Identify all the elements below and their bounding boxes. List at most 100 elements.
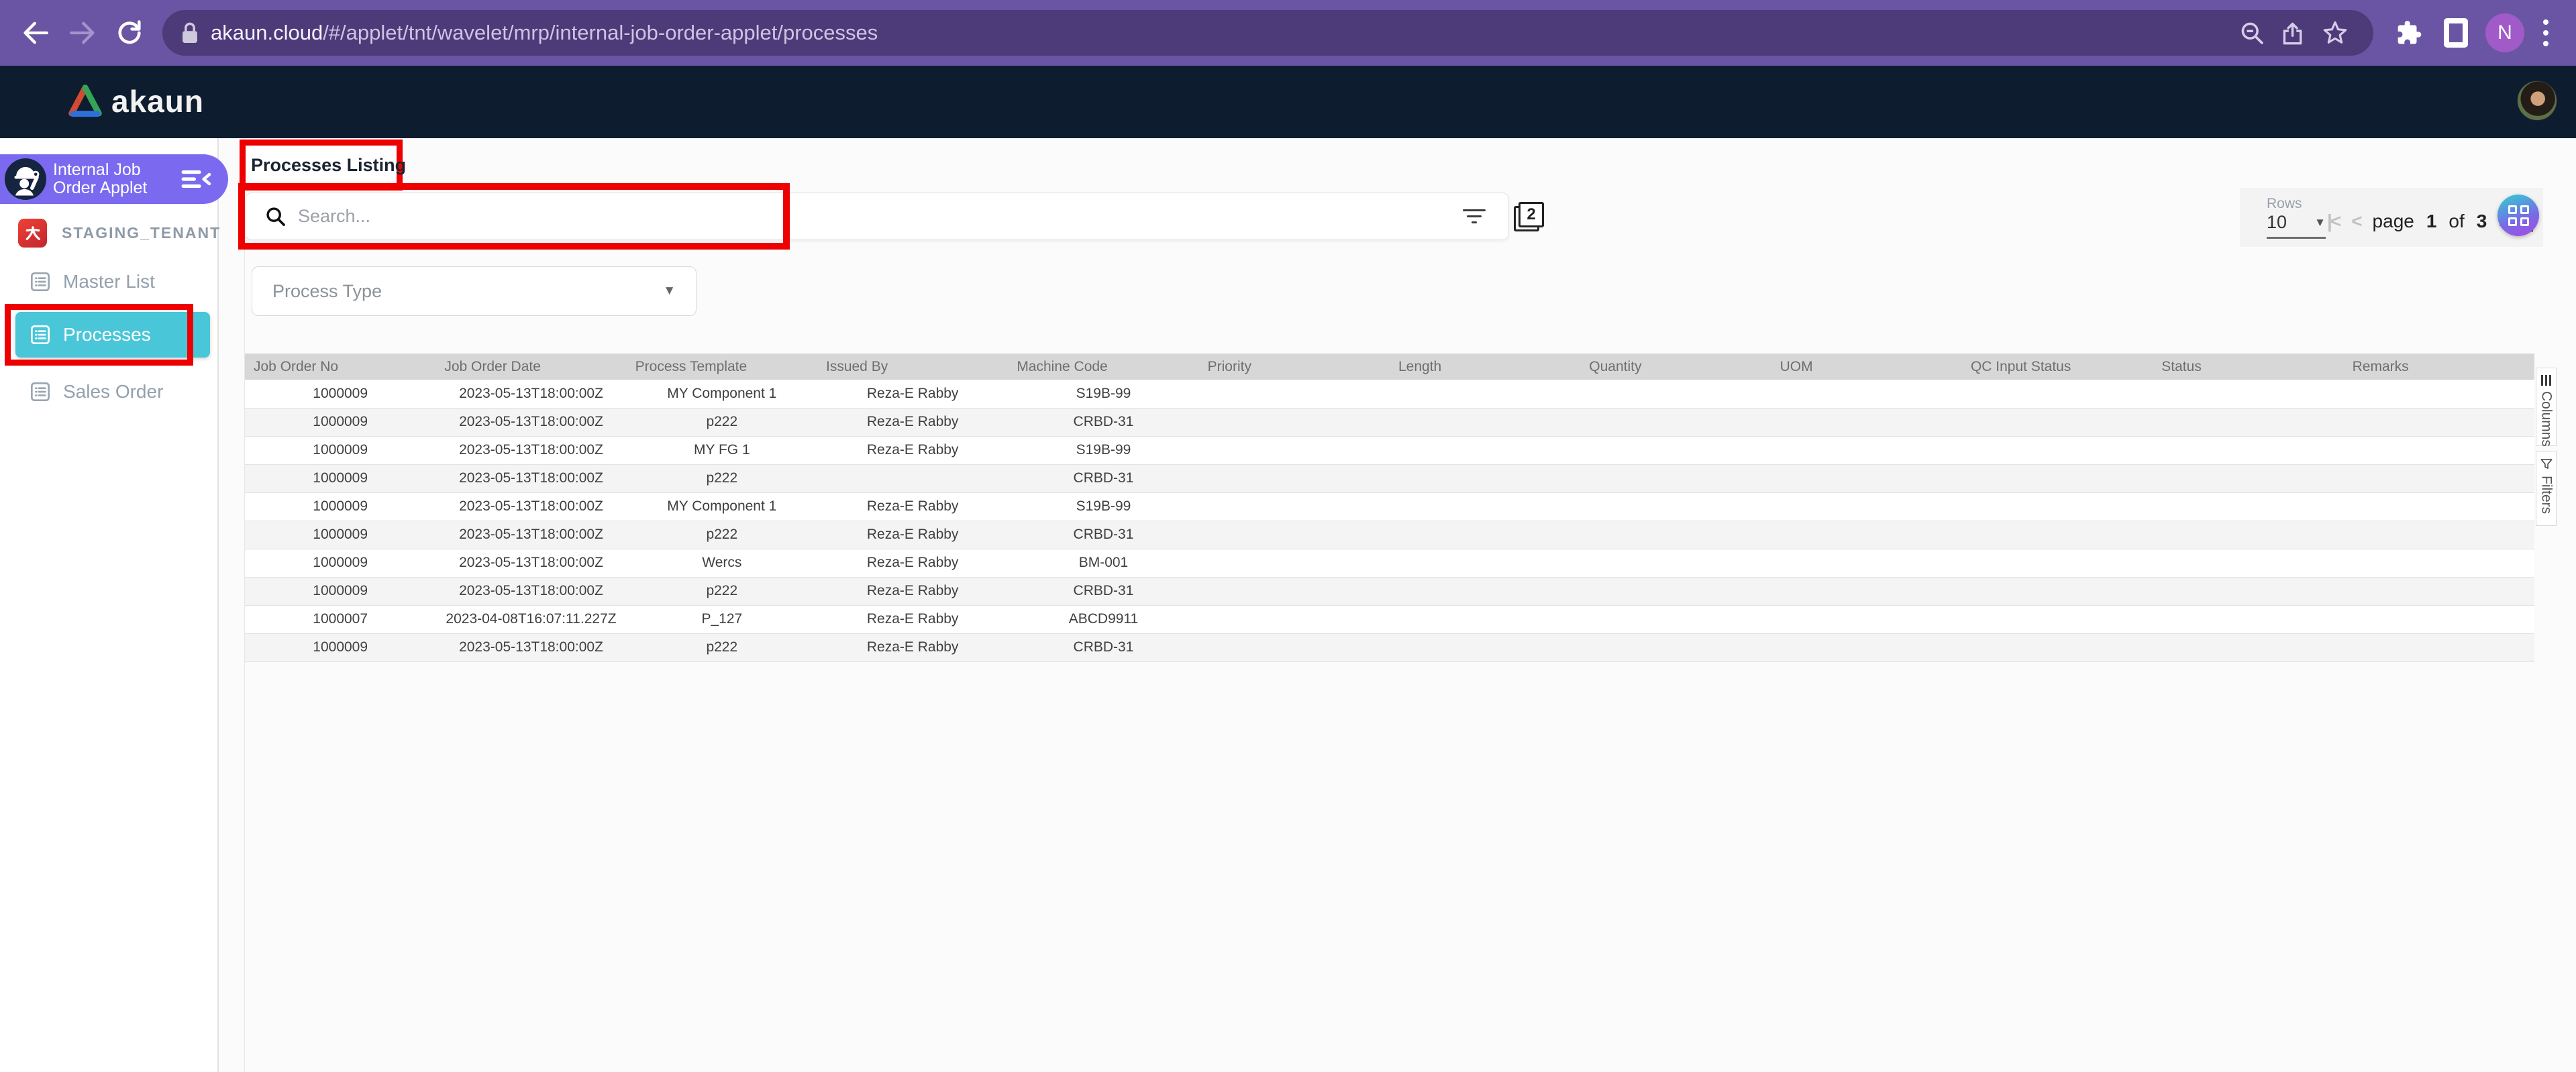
- column-header[interactable]: Job Order Date: [435, 354, 626, 380]
- apps-grid-button[interactable]: [2497, 195, 2539, 236]
- column-header[interactable]: Machine Code: [1008, 354, 1198, 380]
- table-cell: Reza-E Rabby: [817, 408, 1008, 436]
- sidebar-item-label: Processes: [63, 324, 151, 345]
- browser-profile-avatar[interactable]: N: [2479, 9, 2530, 56]
- table-cell: [1199, 436, 1390, 464]
- table-row[interactable]: 10000092023-05-13T18:00:00ZMY FG 1Reza-E…: [245, 436, 2534, 464]
- table-cell: p222: [627, 633, 817, 661]
- zoom-out-icon[interactable]: [2231, 12, 2273, 54]
- table-cell: [2153, 436, 2343, 464]
- table-cell: [1199, 492, 1390, 521]
- column-header[interactable]: Job Order No: [245, 354, 435, 380]
- reload-icon[interactable]: [106, 9, 153, 56]
- column-header[interactable]: Priority: [1199, 354, 1390, 380]
- table-row[interactable]: 10000092023-05-13T18:00:00ZMY Component …: [245, 380, 2534, 408]
- table-cell: [1771, 521, 1962, 549]
- table-cell: 1000009: [245, 436, 435, 464]
- forward-icon[interactable]: [59, 9, 106, 56]
- table-cell: [2344, 577, 2534, 605]
- applet-title: Internal Job Order Applet: [53, 161, 179, 197]
- table-row[interactable]: 10000092023-05-13T18:00:00Zp222Reza-E Ra…: [245, 521, 2534, 549]
- list-icon: [30, 381, 51, 403]
- table-cell: 1000009: [245, 380, 435, 408]
- main-content: Processes Listing 2 Rows 10 ▼ |< < page …: [220, 138, 2576, 1072]
- table-cell: [1580, 436, 1771, 464]
- back-icon[interactable]: [12, 9, 59, 56]
- user-avatar[interactable]: [2517, 81, 2557, 121]
- sidebar: Internal Job Order Applet STAGING_TENANT: [0, 138, 219, 1072]
- table-cell: 2023-05-13T18:00:00Z: [435, 492, 626, 521]
- bookmark-star-icon[interactable]: [2314, 12, 2356, 54]
- table-cell: 2023-05-13T18:00:00Z: [435, 521, 626, 549]
- table-cell: [1771, 577, 1962, 605]
- column-header[interactable]: UOM: [1771, 354, 1962, 380]
- sidebar-item-sales-order[interactable]: Sales Order: [0, 374, 219, 409]
- search-input[interactable]: [298, 206, 1459, 227]
- table-cell: 1000009: [245, 549, 435, 577]
- table-cell: [1580, 577, 1771, 605]
- column-header[interactable]: Status: [2153, 354, 2343, 380]
- table-cell: 1000009: [245, 492, 435, 521]
- table-cell: 1000007: [245, 605, 435, 633]
- sidebar-item-master-list[interactable]: Master List: [0, 264, 219, 299]
- address-bar[interactable]: akaun.cloud/#/applet/tnt/wavelet/mrp/int…: [162, 10, 2373, 56]
- table-cell: BM-001: [1008, 549, 1198, 577]
- table-row[interactable]: 10000092023-05-13T18:00:00Zp222Reza-E Ra…: [245, 577, 2534, 605]
- sidebar-collapse-icon[interactable]: [181, 168, 211, 191]
- table-row[interactable]: 10000092023-05-13T18:00:00ZMY Component …: [245, 492, 2534, 521]
- table-cell: 2023-05-13T18:00:00Z: [435, 633, 626, 661]
- table-cell: [1962, 464, 2153, 492]
- table-cell: [1962, 605, 2153, 633]
- akaun-logo[interactable]: akaun: [67, 83, 204, 119]
- table-row[interactable]: 10000092023-05-13T18:00:00Zp222Reza-E Ra…: [245, 633, 2534, 661]
- applet-header[interactable]: Internal Job Order Applet: [0, 154, 228, 204]
- table-row[interactable]: 10000092023-05-13T18:00:00ZWercsReza-E R…: [245, 549, 2534, 577]
- table-cell: CRBD-31: [1008, 464, 1198, 492]
- table-cell: p222: [627, 577, 817, 605]
- filters-tab-label: Filters: [2538, 476, 2555, 514]
- processes-table: Job Order NoJob Order DateProcess Templa…: [245, 354, 2534, 662]
- column-header[interactable]: Issued By: [817, 354, 1008, 380]
- prev-page-button[interactable]: <: [2351, 211, 2360, 232]
- table-cell: [2153, 408, 2343, 436]
- table-cell: [1771, 380, 1962, 408]
- table-cell: [1580, 464, 1771, 492]
- list-icon: [30, 324, 51, 345]
- table-cell: [1390, 464, 1580, 492]
- table-cell: [1580, 380, 1771, 408]
- layers-2-icon[interactable]: 2: [1514, 202, 1545, 233]
- browser-menu-icon[interactable]: [2530, 9, 2561, 56]
- column-header[interactable]: QC Input Status: [1962, 354, 2153, 380]
- first-page-button[interactable]: |<: [2327, 211, 2339, 232]
- table-cell: [1390, 577, 1580, 605]
- column-header[interactable]: Process Template: [627, 354, 817, 380]
- table-cell: p222: [627, 408, 817, 436]
- rows-per-page-select[interactable]: 10 ▼: [2267, 212, 2326, 239]
- page-title: Processes Listing: [246, 155, 406, 176]
- filters-tab[interactable]: Filters: [2536, 451, 2557, 526]
- side-panel-icon[interactable]: [2432, 9, 2479, 56]
- table-row[interactable]: 10000092023-05-13T18:00:00Zp222Reza-E Ra…: [245, 408, 2534, 436]
- of-word: of: [2449, 211, 2464, 232]
- share-icon[interactable]: [2273, 12, 2314, 54]
- table-cell: [2344, 633, 2534, 661]
- extensions-puzzle-icon[interactable]: [2385, 9, 2432, 56]
- process-type-select[interactable]: Process Type ▼: [252, 266, 697, 316]
- table-cell: CRBD-31: [1008, 577, 1198, 605]
- page-current: 1: [2426, 211, 2437, 232]
- table-row[interactable]: 10000092023-05-13T18:00:00Zp222CRBD-31: [245, 464, 2534, 492]
- columns-tab[interactable]: Columns: [2536, 368, 2557, 446]
- column-header[interactable]: Remarks: [2344, 354, 2534, 380]
- table-cell: 1000009: [245, 521, 435, 549]
- table-row[interactable]: 10000072023-04-08T16:07:11.227ZP_127Reza…: [245, 605, 2534, 633]
- sidebar-item-tenant[interactable]: STAGING_TENANT: [0, 218, 219, 248]
- table-cell: [2153, 380, 2343, 408]
- column-header[interactable]: Length: [1390, 354, 1580, 380]
- column-header[interactable]: Quantity: [1580, 354, 1771, 380]
- browser-toolbar: akaun.cloud/#/applet/tnt/wavelet/mrp/int…: [0, 0, 2576, 66]
- sidebar-item-processes[interactable]: Processes: [15, 312, 210, 358]
- table-cell: [1390, 549, 1580, 577]
- table-cell: [1580, 408, 1771, 436]
- table-cell: [1199, 577, 1390, 605]
- filter-icon[interactable]: [1459, 205, 1490, 227]
